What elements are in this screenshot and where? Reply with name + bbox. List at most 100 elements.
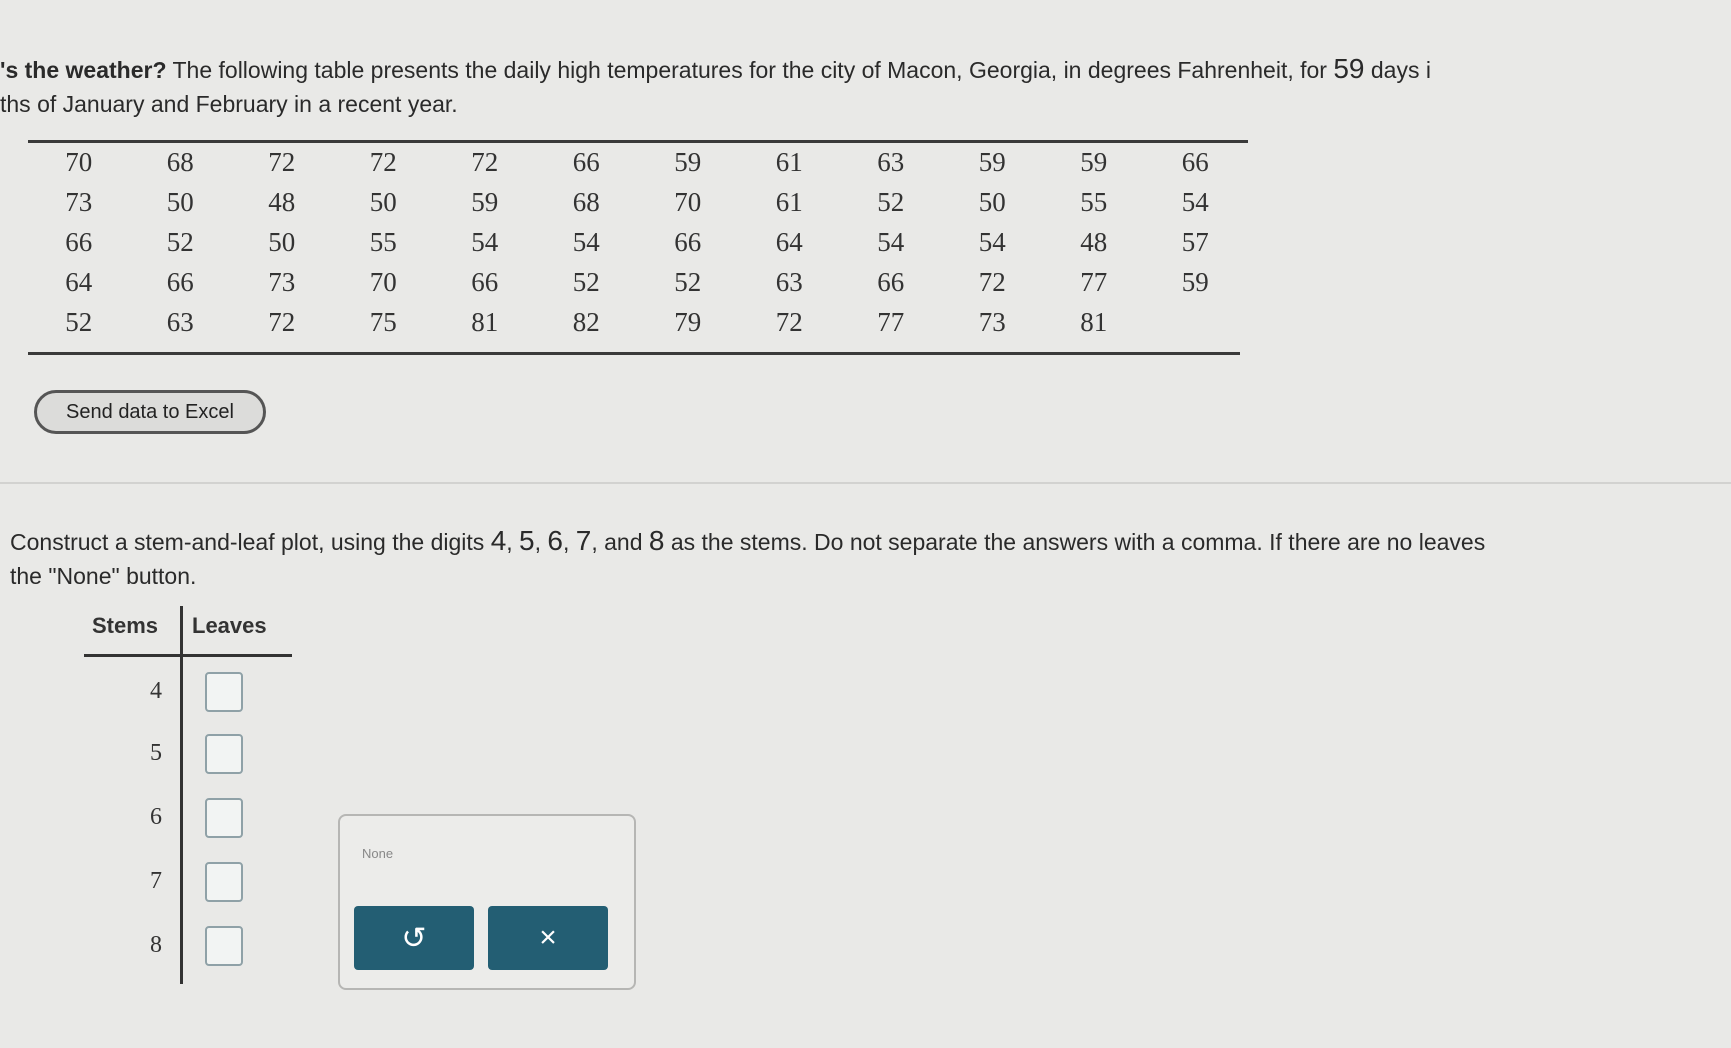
stem-leaf-header-rule [84, 654, 292, 657]
problem-intro: 's the weather? The following table pres… [0, 52, 1731, 121]
stem-label: 5 [150, 740, 162, 766]
temperature-cell [1145, 302, 1247, 342]
temperature-cell: 70 [65, 146, 93, 177]
leaves-input-5[interactable] [205, 734, 243, 774]
table-row: 64 66 73 70 66 52 52 63 66 72 77 59 [28, 262, 1246, 302]
temperature-cell: 57 [1181, 226, 1209, 257]
stem-digit-7: 7 [575, 525, 592, 556]
none-button[interactable]: None [362, 846, 393, 861]
temperature-cell: 73 [268, 266, 296, 297]
temperature-cell: 52 [877, 186, 905, 217]
clear-button[interactable]: × [488, 906, 608, 970]
temperature-cell: 63 [166, 306, 194, 337]
temperature-cell: 72 [268, 306, 296, 337]
table-row: 66 52 50 55 54 54 66 64 54 54 48 57 [28, 222, 1246, 262]
temperature-cell: 72 [369, 146, 397, 177]
temperature-cell: 66 [572, 146, 600, 177]
temperature-table: 70 68 72 72 72 66 59 61 63 59 59 66 73 50 48 50 59 68 70 61… [28, 142, 1246, 342]
intro-question: 's the weather? [0, 57, 167, 83]
temperature-cell: 54 [1181, 186, 1209, 217]
leaves-input-6[interactable] [205, 798, 243, 838]
temperature-cell: 55 [369, 226, 397, 257]
table-bottom-rule [28, 352, 1240, 355]
table-row: 52 63 72 75 81 82 79 72 77 73 81 [28, 302, 1246, 342]
stem-label: 6 [150, 804, 162, 830]
temperature-cell: 70 [674, 186, 702, 217]
temperature-cell: 72 [268, 146, 296, 177]
temperature-cell: 59 [1080, 146, 1108, 177]
temperature-cell: 61 [775, 186, 803, 217]
separator: , [534, 529, 548, 555]
temperature-cell: 72 [775, 306, 803, 337]
temperature-cell: 63 [877, 146, 905, 177]
temperature-cell: 50 [978, 186, 1006, 217]
temperature-cell: 61 [775, 146, 803, 177]
intro-text-end: days i [1364, 57, 1431, 83]
temperature-cell: 59 [1181, 266, 1209, 297]
section-divider [0, 482, 1731, 484]
temperature-cell: 66 [166, 266, 194, 297]
temperature-cell: 66 [65, 226, 93, 257]
temperature-cell: 72 [978, 266, 1006, 297]
temperature-cell: 70 [369, 266, 397, 297]
stem-digit-8: 8 [648, 525, 665, 556]
temperature-cell: 50 [166, 186, 194, 217]
stem-row-7: 7 [0, 858, 300, 918]
temperature-cell: 66 [471, 266, 499, 297]
temperature-cell: 48 [1080, 226, 1108, 257]
temperature-cell: 54 [877, 226, 905, 257]
temperature-cell: 52 [65, 306, 93, 337]
instructions-line2: the "None" button. [10, 563, 197, 589]
undo-button[interactable]: ↺ [354, 906, 474, 970]
close-icon: × [539, 921, 557, 954]
table-row: 70 68 72 72 72 66 59 61 63 59 59 66 [28, 142, 1246, 182]
leaves-input-4[interactable] [205, 672, 243, 712]
undo-icon: ↺ [401, 921, 427, 955]
stem-row-5: 5 [0, 730, 300, 790]
temperature-cell: 50 [369, 186, 397, 217]
temperature-cell: 82 [572, 306, 600, 337]
temperature-cell: 52 [674, 266, 702, 297]
send-to-excel-button[interactable]: Send data to Excel [34, 390, 266, 434]
leaves-input-8[interactable] [205, 926, 243, 966]
stem-row-8: 8 [0, 922, 300, 982]
temperature-cell: 75 [369, 306, 397, 337]
temperature-cell: 50 [268, 226, 296, 257]
stem-row-6: 6 [0, 794, 300, 854]
temperature-cell: 66 [1181, 146, 1209, 177]
table-row: 73 50 48 50 59 68 70 61 52 50 55 54 [28, 182, 1246, 222]
leaves-input-7[interactable] [205, 862, 243, 902]
temperature-cell: 59 [471, 186, 499, 217]
stem-digit-5: 5 [519, 525, 535, 556]
stems-header: Stems [92, 613, 159, 638]
intro-line2: ths of January and February in a recent … [0, 91, 458, 117]
temperature-cell: 54 [978, 226, 1006, 257]
days-count: 59 [1333, 53, 1365, 84]
temperature-cell: 79 [674, 306, 702, 337]
temperature-cell: 72 [471, 146, 499, 177]
stem-digit-4: 4 [490, 525, 507, 556]
separator: , and [591, 529, 649, 555]
stem-label: 7 [150, 868, 162, 894]
temperature-cell: 68 [166, 146, 194, 177]
separator: , [506, 529, 520, 555]
temperature-cell: 73 [65, 186, 93, 217]
stem-row-4: 4 [0, 668, 300, 728]
instructions-text: Construct a stem-and-leaf plot, using th… [10, 529, 491, 555]
temperature-cell: 63 [775, 266, 803, 297]
temperature-cell: 59 [978, 146, 1006, 177]
instructions: Construct a stem-and-leaf plot, using th… [10, 524, 1730, 593]
temperature-cell: 52 [166, 226, 194, 257]
temperature-cell: 68 [572, 186, 600, 217]
temperature-cell: 59 [674, 146, 702, 177]
temperature-cell: 77 [877, 306, 905, 337]
instructions-text-2: as the stems. Do not separate the answer… [664, 529, 1486, 555]
temperature-cell: 64 [65, 266, 93, 297]
temperature-cell: 48 [268, 186, 296, 217]
leaves-header: Leaves [192, 613, 267, 638]
stem-label: 8 [150, 932, 162, 958]
temperature-cell: 77 [1080, 266, 1108, 297]
temperature-cell: 81 [471, 306, 499, 337]
temperature-cell: 64 [775, 226, 803, 257]
temperature-cell: 54 [572, 226, 600, 257]
